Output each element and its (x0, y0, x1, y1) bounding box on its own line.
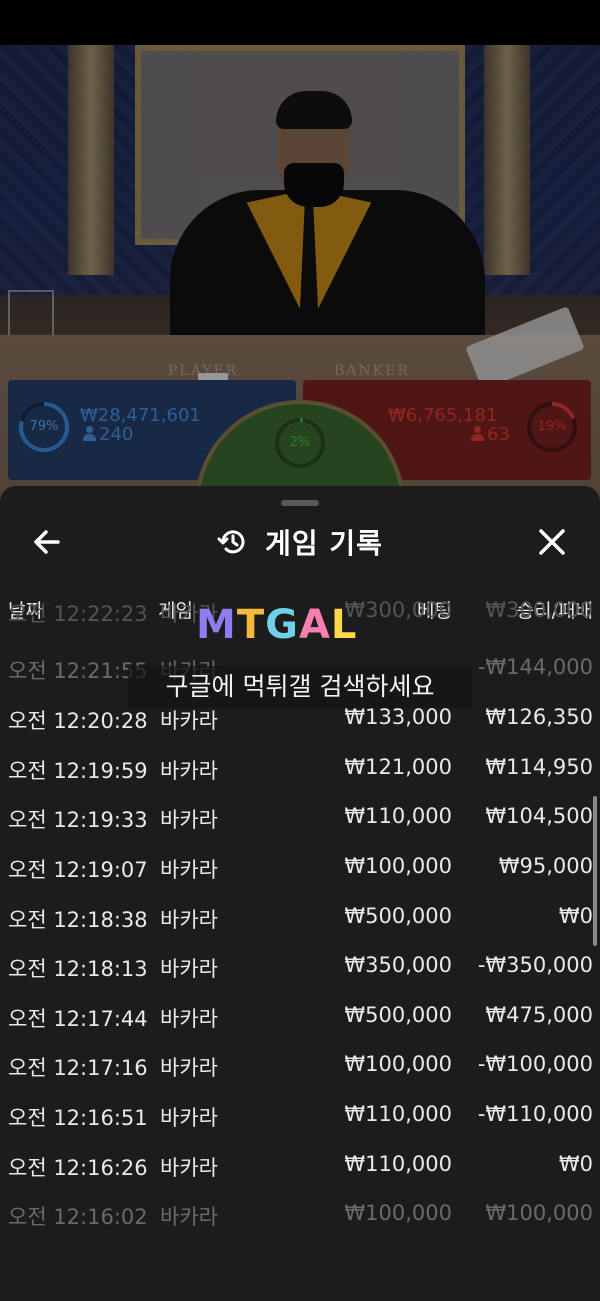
row-date: 오전 12:16:51 (8, 1106, 148, 1130)
row-result: ₩100,000 (485, 1201, 593, 1225)
row-date: 오전 12:18:38 (8, 908, 148, 932)
row-result: ₩126,350 (485, 705, 593, 729)
row-game: 바카라 (160, 709, 218, 733)
row-result: ₩104,500 (485, 804, 593, 828)
sheet-title: 게임 기록 (265, 527, 383, 560)
history-row[interactable]: 오전 12:17:44 바카라 ₩500,000 ₩475,000 (0, 991, 600, 1041)
status-bar (0, 0, 600, 45)
row-bet: ₩100,000 (344, 1052, 452, 1076)
row-game: 바카라 (160, 858, 218, 882)
row-date: 오전 12:17:44 (8, 1007, 148, 1031)
row-result: ₩475,000 (485, 1003, 593, 1027)
row-bet: ₩100,000 (344, 854, 452, 878)
logo-letter: M (196, 602, 237, 648)
row-result: -₩144,000 (477, 655, 593, 679)
row-game: 바카라 (160, 908, 218, 932)
row-result: -₩350,000 (477, 953, 593, 977)
history-row[interactable]: 오전 12:18:38 바카라 ₩500,000 ₩0 (0, 892, 600, 942)
row-date: 오전 12:16:02 (8, 1205, 148, 1229)
row-bet: ₩100,000 (344, 1201, 452, 1225)
row-date: 오전 12:20:28 (8, 709, 148, 733)
row-bet: ₩110,000 (344, 1152, 452, 1176)
logo-letter: A (298, 602, 331, 648)
row-date: 오전 12:19:33 (8, 808, 148, 832)
row-game: 바카라 (160, 808, 218, 832)
history-icon (217, 530, 245, 554)
row-bet: ₩350,000 (344, 953, 452, 977)
row-date: 오전 12:19:59 (8, 759, 148, 783)
row-bet: ₩133,000 (344, 705, 452, 729)
row-date: 오전 12:19:07 (8, 858, 148, 882)
row-game: 바카라 (160, 957, 218, 981)
row-bet: ₩500,000 (344, 1003, 452, 1027)
sheet-drag-handle[interactable] (281, 500, 319, 506)
history-row[interactable]: 오전 12:16:26 바카라 ₩110,000 ₩0 (0, 1140, 600, 1190)
row-date: 오전 12:22:23 (8, 602, 148, 626)
row-result: ₩300,000 (485, 598, 593, 622)
row-result: ₩0 (558, 904, 593, 928)
row-bet: ₩110,000 (344, 1102, 452, 1126)
row-game: 바카라 (160, 759, 218, 783)
row-game: 바카라 (160, 1106, 218, 1130)
row-result: -₩100,000 (477, 1052, 593, 1076)
watermark-text: 구글에 먹튀갤 검색하세요 (128, 666, 472, 708)
close-icon (539, 529, 565, 555)
video-dim-overlay (0, 45, 600, 505)
history-row[interactable]: 오전 12:19:33 바카라 ₩110,000 ₩104,500 (0, 792, 600, 842)
close-button[interactable] (532, 522, 572, 562)
scrollbar[interactable] (593, 796, 597, 946)
sheet-header: 게임 기록 (0, 522, 600, 562)
row-game: 바카라 (160, 1205, 218, 1229)
row-game: 바카라 (160, 1156, 218, 1180)
row-bet: ₩110,000 (344, 804, 452, 828)
row-date: 오전 12:16:26 (8, 1156, 148, 1180)
logo-letter: G (265, 602, 299, 648)
row-date: 오전 12:17:16 (8, 1056, 148, 1080)
history-row[interactable]: 오전 12:18:13 바카라 ₩350,000 -₩350,000 (0, 941, 600, 991)
logo-letter: T (236, 602, 266, 648)
row-result: ₩114,950 (485, 755, 593, 779)
row-result: -₩110,000 (477, 1102, 593, 1126)
history-row[interactable]: 오전 12:17:16 바카라 ₩100,000 -₩100,000 (0, 1040, 600, 1090)
history-row[interactable]: 오전 12:16:51 바카라 ₩110,000 -₩110,000 (0, 1090, 600, 1140)
row-result: ₩95,000 (498, 854, 593, 878)
row-date: 오전 12:18:13 (8, 957, 148, 981)
row-game: 바카라 (160, 1056, 218, 1080)
row-bet: ₩500,000 (344, 904, 452, 928)
row-date: 오전 12:21:55 (8, 659, 148, 683)
watermark-logo: MTGAL (196, 602, 396, 650)
history-row[interactable]: 오전 12:19:59 바카라 ₩121,000 ₩114,950 (0, 743, 600, 793)
history-row[interactable]: 오전 12:19:07 바카라 ₩100,000 ₩95,000 (0, 842, 600, 892)
history-row[interactable]: 오전 12:16:02 바카라 ₩100,000 ₩100,000 (0, 1189, 600, 1239)
row-game: 바카라 (160, 1007, 218, 1031)
logo-letter: L (330, 602, 358, 648)
row-bet: ₩121,000 (344, 755, 452, 779)
row-result: ₩0 (558, 1152, 593, 1176)
